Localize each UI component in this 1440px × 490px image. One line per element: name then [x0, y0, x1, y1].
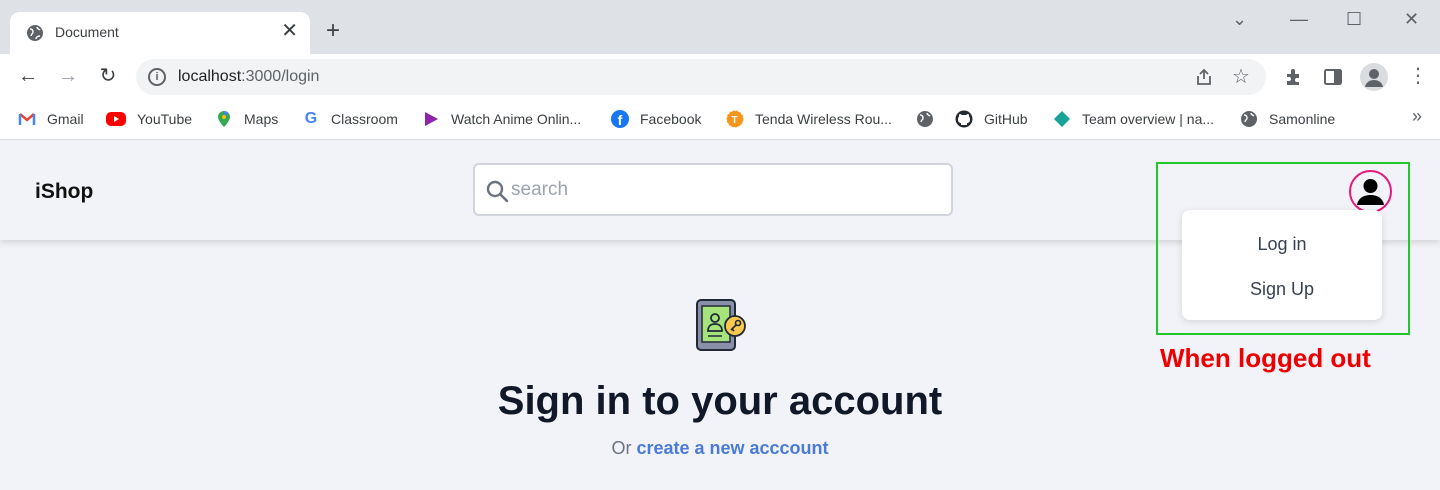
site-info-icon[interactable]: i: [148, 68, 166, 86]
browser-toolbar: ← → ↻ i localhost:3000/login ☆ ⋮: [0, 54, 1440, 100]
login-illustration-icon: [696, 299, 746, 351]
bookmarks-bar: Gmail YouTube Maps G Classroom Watch Ani…: [0, 100, 1440, 140]
maximize-icon[interactable]: ☐: [1346, 9, 1362, 30]
globe-icon: [1240, 110, 1258, 128]
tab-search-icon[interactable]: ⌄: [1232, 9, 1247, 30]
svg-text:T: T: [732, 115, 738, 126]
gmail-icon: [18, 110, 36, 128]
login-menu-item[interactable]: Log in: [1182, 234, 1382, 255]
github-icon: [955, 110, 973, 128]
google-icon: G: [304, 110, 318, 127]
bookmark-youtube[interactable]: YouTube: [106, 108, 192, 130]
signup-prompt: Or create a new acccount: [611, 438, 829, 458]
bookmark-classroom[interactable]: G Classroom: [302, 108, 398, 130]
bookmark-globe[interactable]: [916, 108, 945, 130]
bookmark-github[interactable]: GitHub: [955, 108, 1028, 130]
browser-tab[interactable]: Document ✕: [10, 12, 310, 54]
bookmark-anime[interactable]: Watch Anime Onlin...: [422, 108, 581, 130]
close-tab-icon[interactable]: ✕: [281, 21, 298, 41]
search-input[interactable]: [511, 177, 931, 203]
share-icon[interactable]: [1194, 67, 1214, 87]
youtube-icon: [106, 112, 126, 126]
back-icon[interactable]: ←: [16, 64, 40, 88]
play-icon: [422, 110, 440, 128]
maps-icon: [215, 110, 233, 128]
bookmark-tenda[interactable]: T Tenda Wireless Rou...: [726, 108, 892, 130]
menu-dots-icon[interactable]: ⋮: [1408, 63, 1428, 88]
diamond-icon: [1053, 110, 1071, 128]
side-panel-icon[interactable]: [1323, 67, 1343, 87]
user-avatar-button[interactable]: [1349, 170, 1392, 213]
reload-icon[interactable]: ↻: [96, 64, 120, 88]
bookmark-maps[interactable]: Maps: [215, 108, 278, 130]
extensions-icon[interactable]: [1284, 67, 1304, 87]
globe-icon: [916, 110, 934, 128]
annotation-label: When logged out: [1160, 343, 1371, 373]
bookmark-facebook[interactable]: f Facebook: [611, 108, 701, 130]
create-account-link[interactable]: create a new acccount: [636, 438, 828, 458]
user-dropdown-menu: Log in Sign Up: [1182, 210, 1382, 320]
tenda-icon: T: [726, 110, 744, 128]
bookmark-gmail[interactable]: Gmail: [18, 108, 84, 130]
search-icon: [486, 180, 509, 203]
bookmark-samonline[interactable]: Samonline: [1240, 108, 1335, 130]
brand-logo[interactable]: iShop: [35, 180, 93, 204]
profile-icon[interactable]: [1360, 63, 1388, 91]
signup-menu-item[interactable]: Sign Up: [1182, 279, 1382, 300]
more-bookmarks-icon[interactable]: »: [1412, 106, 1422, 127]
globe-icon: [27, 25, 43, 41]
window-close-icon[interactable]: ✕: [1404, 9, 1419, 30]
bookmark-star-icon[interactable]: ☆: [1232, 64, 1250, 89]
search-box[interactable]: [473, 163, 953, 216]
url-text[interactable]: localhost:3000/login: [178, 68, 319, 86]
minimize-icon[interactable]: —: [1290, 9, 1308, 30]
new-tab-button[interactable]: +: [326, 19, 340, 43]
browser-tabstrip: Document ✕ + ⌄ — ☐ ✕: [0, 0, 1440, 54]
tab-title: Document: [55, 24, 119, 40]
forward-icon[interactable]: →: [56, 64, 80, 88]
bookmark-team-overview[interactable]: Team overview | na...: [1053, 108, 1214, 130]
facebook-icon: f: [611, 110, 629, 128]
user-icon: [1357, 179, 1384, 205]
address-bar[interactable]: i localhost:3000/login ☆: [136, 59, 1266, 95]
page-title: Sign in to your account: [497, 379, 943, 423]
